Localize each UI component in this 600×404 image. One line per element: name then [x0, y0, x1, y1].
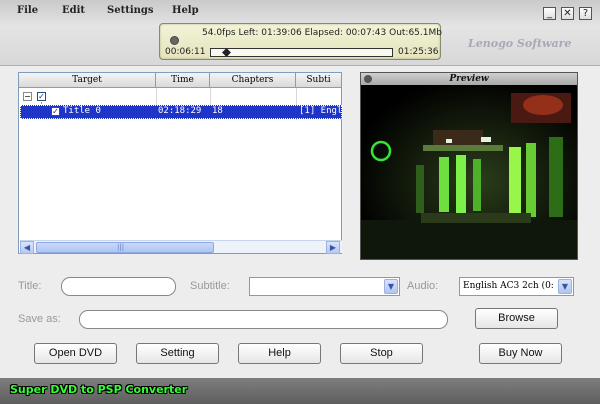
select-all-checkbox[interactable]: ✓	[37, 92, 46, 101]
stop-button[interactable]: Stop	[340, 343, 423, 364]
menu-help[interactable]: Help	[172, 5, 199, 16]
row-title: Title 0	[63, 106, 101, 116]
menu-file[interactable]: File	[17, 5, 38, 16]
setting-button[interactable]: Setting	[136, 343, 219, 364]
collapse-icon[interactable]: −	[23, 92, 32, 101]
preview-title: Preview	[361, 73, 577, 85]
minimize-button[interactable]: _	[543, 7, 556, 20]
row-checkbox[interactable]: ✓	[51, 107, 60, 116]
scroll-thumb[interactable]: |||	[36, 242, 214, 253]
preview-video-frame	[361, 85, 577, 259]
help-icon-button[interactable]: ?	[579, 7, 592, 20]
scroll-right-icon[interactable]: ▶	[326, 241, 340, 254]
buy-now-button[interactable]: Buy Now	[479, 343, 562, 364]
status-line: 54.0fps Left: 01:39:06 Elapsed: 00:07:43…	[202, 28, 442, 38]
preview-panel: Preview	[360, 72, 578, 260]
audio-value: English AC3 2ch (0:	[463, 281, 554, 291]
audio-select[interactable]: English AC3 2ch (0: ▼	[459, 277, 574, 296]
scroll-left-icon[interactable]: ◀	[20, 241, 34, 254]
horizontal-scrollbar[interactable]: ◀ ||| ▶	[20, 240, 342, 254]
title-input[interactable]	[61, 277, 176, 296]
title-list[interactable]: Target Time Chapters Subti − ✓ ✓ Title 0…	[18, 72, 342, 254]
row-chapters: 18	[212, 106, 223, 116]
audio-label: Audio:	[407, 280, 439, 292]
column-header-subtitle[interactable]: Subti	[296, 73, 341, 88]
total-duration: 01:25:36	[398, 47, 439, 57]
brand-logo: Lenogo Software	[468, 37, 572, 50]
progress-track[interactable]	[210, 48, 393, 57]
chevron-down-icon[interactable]: ▼	[384, 279, 398, 294]
scroll-grip-icon: |||	[117, 243, 125, 251]
open-dvd-button[interactable]: Open DVD	[34, 343, 117, 364]
chevron-down-icon[interactable]: ▼	[558, 279, 572, 294]
footer-bar: Super DVD to PSP Converter	[0, 378, 600, 404]
row-time: 02:18:29	[158, 106, 202, 116]
column-header-time[interactable]: Time	[156, 73, 210, 88]
subtitle-select[interactable]: ▼	[249, 277, 400, 296]
menu-edit[interactable]: Edit	[62, 5, 85, 16]
status-indicator-icon	[170, 36, 179, 45]
help-button[interactable]: Help	[238, 343, 321, 364]
row-subtitle: [1] Engl	[299, 106, 343, 116]
subtitle-label: Subtitle:	[190, 280, 230, 292]
status-display: 54.0fps Left: 01:39:06 Elapsed: 00:07:43…	[159, 23, 442, 60]
menu-settings[interactable]: Settings	[107, 5, 154, 16]
column-header-chapters[interactable]: Chapters	[210, 73, 296, 88]
close-button[interactable]: ✕	[561, 7, 574, 20]
save-as-label: Save as:	[18, 313, 61, 325]
browse-button[interactable]: Browse	[475, 308, 558, 329]
product-name: Super DVD to PSP Converter	[10, 383, 188, 396]
current-position: 00:06:11	[165, 47, 206, 57]
save-as-input[interactable]	[79, 310, 448, 329]
title-label: Title:	[18, 280, 42, 292]
preview-dot-icon	[364, 75, 372, 83]
column-header-target[interactable]: Target	[19, 73, 156, 88]
